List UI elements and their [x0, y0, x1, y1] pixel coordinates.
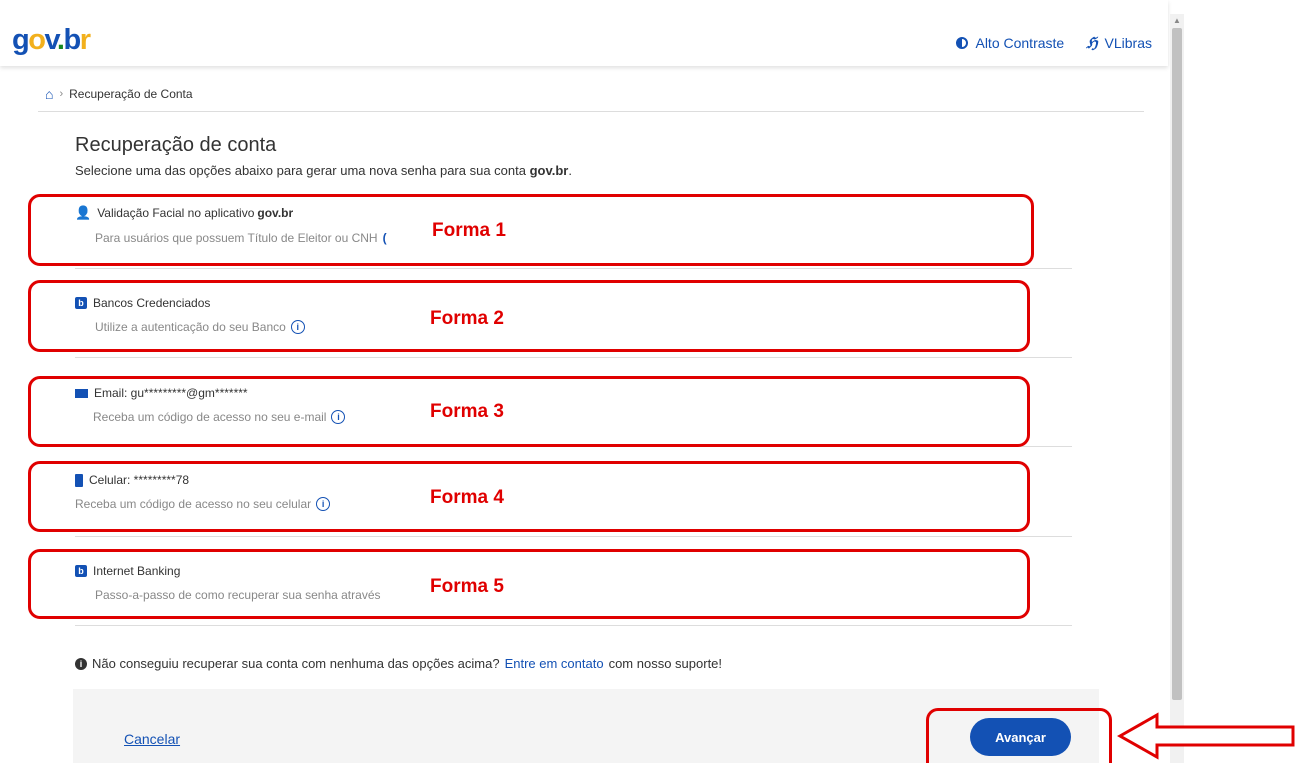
- support-note: i Não conseguiu recuperar sua conta com …: [75, 656, 722, 671]
- annotation-label-2: Forma 2: [430, 308, 504, 329]
- annotation-box-1: [28, 194, 1034, 266]
- page-scrollbar[interactable]: ▲: [1170, 14, 1184, 763]
- option-divider: [75, 625, 1072, 626]
- vlibras-label: VLibras: [1104, 35, 1152, 51]
- info-circle-icon: i: [75, 657, 87, 670]
- site-header: gov.br Alto Contraste ℌ VLibras: [0, 0, 1168, 66]
- sign-language-icon: ℌ: [1086, 35, 1098, 52]
- annotation-label-4: Forma 4: [430, 487, 504, 508]
- option-divider: [75, 357, 1072, 358]
- high-contrast-button[interactable]: Alto Contraste: [956, 35, 1064, 51]
- high-contrast-label: Alto Contraste: [975, 35, 1065, 51]
- annotation-label-3: Forma 3: [430, 401, 504, 422]
- chevron-right-icon: ›: [59, 88, 64, 100]
- contrast-icon: [956, 37, 969, 49]
- scroll-up-arrow-icon[interactable]: ▲: [1173, 16, 1181, 25]
- cancel-link[interactable]: Cancelar: [124, 731, 180, 747]
- annotation-label-5: Forma 5: [430, 576, 504, 597]
- home-icon[interactable]: ⌂: [45, 86, 53, 102]
- vlibras-button[interactable]: ℌ VLibras: [1086, 34, 1152, 52]
- breadcrumb: ⌂ › Recuperação de Conta: [45, 86, 193, 102]
- contact-link[interactable]: Entre em contato: [505, 656, 604, 671]
- page-subtitle: Selecione uma das opções abaixo para ger…: [75, 163, 572, 178]
- option-divider: [75, 268, 1072, 269]
- annotation-box-advance: [926, 708, 1112, 763]
- page-title: Recuperação de conta: [75, 134, 277, 156]
- annotation-box-2: [28, 280, 1030, 352]
- annotation-label-1: Forma 1: [432, 220, 506, 241]
- annotation-box-3: [28, 376, 1030, 447]
- option-divider: [75, 536, 1072, 537]
- gov-br-logo[interactable]: gov.br: [12, 26, 91, 55]
- breadcrumb-divider: [38, 111, 1144, 112]
- annotation-box-5: [28, 549, 1030, 619]
- annotation-arrow-icon: [1117, 712, 1295, 760]
- scrollbar-thumb[interactable]: [1172, 28, 1182, 700]
- breadcrumb-current: Recuperação de Conta: [69, 87, 193, 101]
- annotation-box-4: [28, 461, 1030, 532]
